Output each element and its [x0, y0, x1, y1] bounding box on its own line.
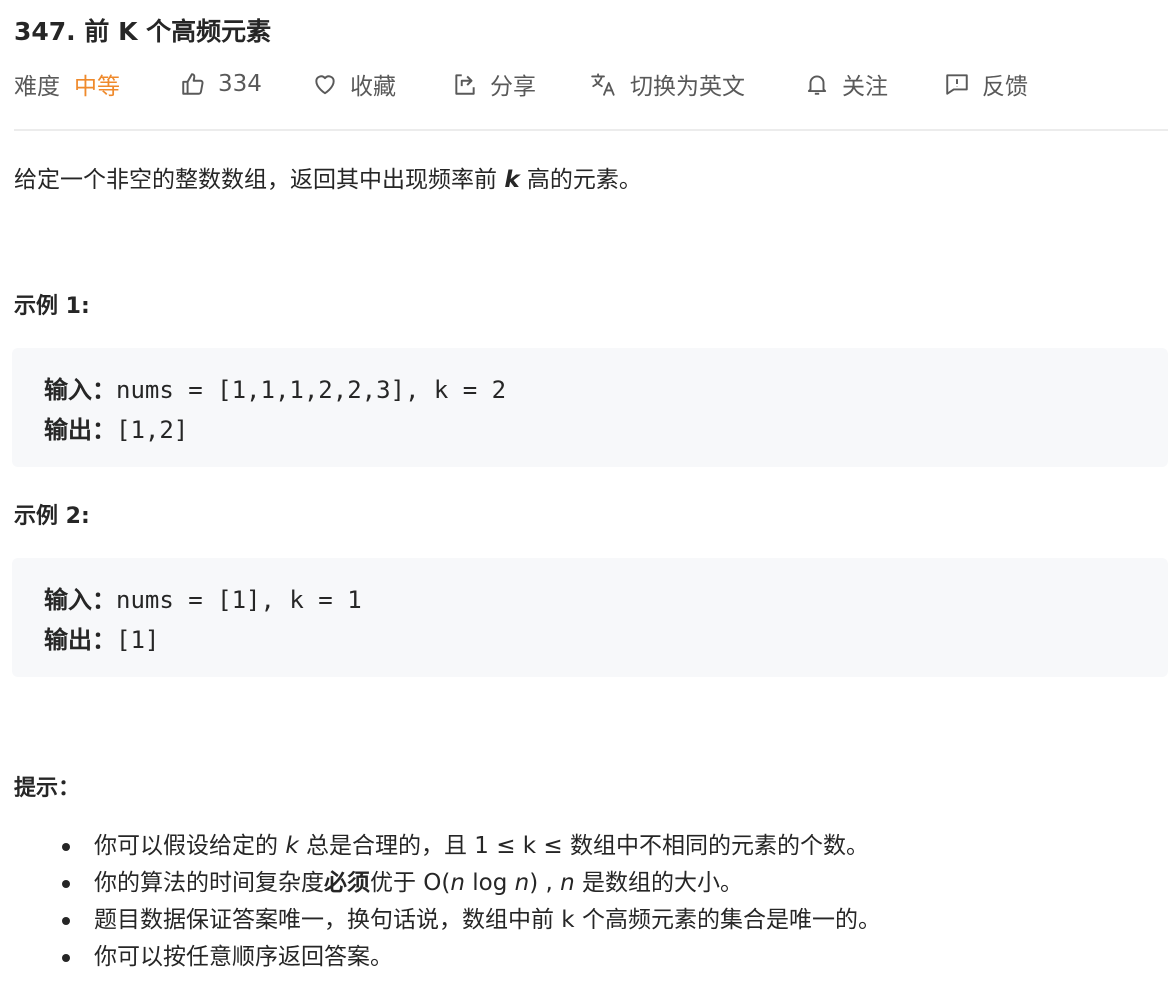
problem-title: 347. 前 K 个高频元素 — [14, 17, 272, 46]
hint-2-must: 必须 — [324, 870, 370, 896]
description-text-start: 给定一个非空的整数数组，返回其中出现频率前 — [14, 167, 497, 193]
heart-icon — [312, 71, 338, 97]
example-1-code-block: 输入：nums = [1,1,1,2,2,3], k = 2 输出：[1,2] — [12, 348, 1168, 467]
difficulty-label: 难度 — [14, 74, 60, 100]
thumbs-up-icon — [180, 71, 206, 97]
share-label: 分享 — [490, 74, 536, 100]
difficulty: 难度 中等 — [14, 66, 120, 102]
example-2-output-line: 输出：[1] — [44, 620, 159, 655]
hints-title: 提示： — [14, 776, 81, 801]
hints-list: 你可以假设给定的 k 总是合理的，且 1 ≤ k ≤ 数组中不相同的元素的个数。… — [60, 828, 1160, 976]
example-1-output-value: [1,2] — [116, 416, 189, 444]
hint-4-text: 你可以按任意顺序返回答案。 — [94, 944, 393, 970]
like-count: 334 — [218, 71, 262, 97]
example-2-title: 示例 2: — [14, 504, 90, 529]
example-1-title: 示例 1: — [14, 294, 90, 319]
example-1-output-line: 输出：[1,2] — [44, 410, 188, 445]
hint-item: 你可以按任意顺序返回答案。 — [60, 939, 1160, 976]
description-k: k — [504, 167, 520, 193]
favorite-button[interactable]: 收藏 — [312, 66, 396, 102]
hint-1-text-b: 总是合理的，且 1 ≤ k ≤ 数组中不相同的元素的个数。 — [298, 833, 870, 859]
example-1-input-line: 输入：nums = [1,1,1,2,2,3], k = 2 — [44, 370, 506, 405]
hint-2-n1: n — [450, 870, 465, 896]
hint-2-text-d: ) , — [529, 870, 561, 896]
example-2-input-label: 输入： — [44, 586, 116, 614]
description-text-end: 高的元素。 — [526, 167, 642, 193]
divider — [14, 129, 1168, 131]
translate-icon — [590, 71, 618, 97]
hint-1-text-a: 你可以假设给定的 — [94, 833, 286, 859]
example-1-input-label: 输入： — [44, 376, 116, 404]
hint-2-text-b: 优于 O( — [370, 870, 451, 896]
problem-meta-bar: 难度 中等 334 收藏 分享 切换为英文 关注 反馈 — [14, 66, 1168, 102]
bell-icon — [804, 71, 830, 97]
feedback-button[interactable]: 反馈 — [944, 66, 1028, 102]
difficulty-value: 中等 — [74, 74, 120, 100]
problem-description: 给定一个非空的整数数组，返回其中出现频率前 k 高的元素。 — [14, 160, 642, 194]
hint-item: 你的算法的时间复杂度必须优于 O(n log n) , n 是数组的大小。 — [60, 865, 1160, 902]
favorite-label: 收藏 — [350, 74, 396, 100]
share-icon — [452, 71, 478, 97]
hint-2-n2: n — [514, 870, 530, 896]
follow-label: 关注 — [842, 74, 888, 100]
share-button[interactable]: 分享 — [452, 66, 536, 102]
hint-2-text-c: log — [464, 870, 515, 896]
feedback-icon — [944, 71, 970, 97]
example-1-output-label: 输出： — [44, 416, 116, 444]
example-1-input-value: nums = [1,1,1,2,2,3], k = 2 — [116, 376, 507, 404]
example-2-output-value: [1] — [116, 626, 160, 654]
follow-button[interactable]: 关注 — [804, 66, 888, 102]
example-2-input-value: nums = [1], k = 1 — [116, 586, 362, 614]
feedback-label: 反馈 — [982, 74, 1028, 100]
hint-item: 题目数据保证答案唯一，换句话说，数组中前 k 个高频元素的集合是唯一的。 — [60, 902, 1160, 939]
hint-2-n3: n — [560, 870, 575, 896]
hint-2-text-a: 你的算法的时间复杂度 — [94, 870, 324, 896]
example-2-output-label: 输出： — [44, 626, 116, 654]
hint-1-k: k — [285, 833, 299, 859]
translate-button[interactable]: 切换为英文 — [590, 66, 745, 102]
hint-3-text: 题目数据保证答案唯一，换句话说，数组中前 k 个高频元素的集合是唯一的。 — [94, 907, 881, 933]
example-2-code-block: 输入：nums = [1], k = 1 输出：[1] — [12, 558, 1168, 677]
hint-2-text-e: 是数组的大小。 — [574, 870, 744, 896]
example-2-input-line: 输入：nums = [1], k = 1 — [44, 580, 362, 615]
translate-label: 切换为英文 — [630, 74, 745, 100]
like-button[interactable]: 334 — [180, 66, 262, 102]
hint-item: 你可以假设给定的 k 总是合理的，且 1 ≤ k ≤ 数组中不相同的元素的个数。 — [60, 828, 1160, 865]
